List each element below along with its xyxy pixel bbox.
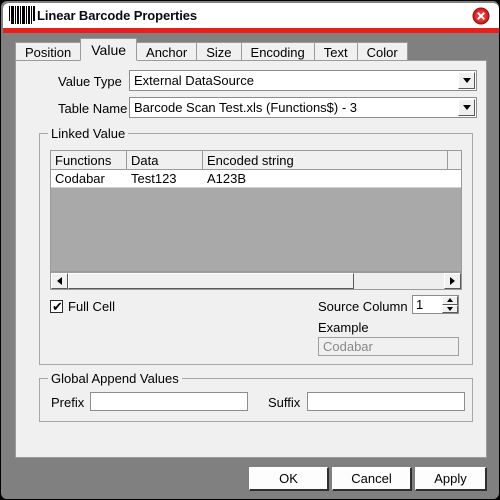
ok-button[interactable]: OK bbox=[249, 467, 329, 491]
global-append-values-group: Global Append Values Prefix Suffix bbox=[39, 371, 473, 422]
source-column-value: 1 bbox=[416, 297, 424, 312]
table-row[interactable]: Codabar Test123 A123B bbox=[51, 170, 461, 188]
grid-horizontal-scrollbar[interactable] bbox=[50, 272, 462, 290]
suffix-label: Suffix bbox=[268, 395, 301, 410]
cell-functions: Codabar bbox=[55, 171, 105, 186]
tab-label: Color bbox=[366, 44, 398, 60]
cell-encoded-string: A123B bbox=[207, 171, 247, 186]
stepper-buttons bbox=[442, 296, 458, 313]
ok-button-label: OK bbox=[279, 471, 298, 486]
dialog-window: Linear Barcode Properties Position Value… bbox=[0, 0, 500, 500]
grid-header-encoded-string[interactable]: Encoded string bbox=[203, 151, 448, 169]
example-value-field: Codabar bbox=[318, 337, 459, 356]
grid-header-data[interactable]: Data bbox=[127, 151, 203, 169]
apply-button-label: Apply bbox=[434, 471, 467, 486]
tab-encoding[interactable]: Encoding bbox=[240, 42, 315, 61]
tab-label: Encoding bbox=[250, 44, 305, 60]
close-icon[interactable] bbox=[472, 7, 490, 25]
full-cell-label: Full Cell bbox=[68, 299, 115, 314]
table-name-label: Table Name bbox=[58, 101, 128, 116]
cancel-button[interactable]: Cancel bbox=[332, 467, 412, 491]
scrollbar-thumb[interactable] bbox=[68, 273, 354, 289]
suffix-input[interactable] bbox=[307, 392, 465, 411]
arrow-left-icon[interactable] bbox=[51, 273, 68, 289]
cell-data: Test123 bbox=[131, 171, 177, 186]
window-title: Linear Barcode Properties bbox=[37, 8, 198, 23]
linked-value-grid[interactable]: Functions Data Encoded string Codabar Te… bbox=[50, 150, 462, 272]
dialog-body: Position Value Anchor Size Encoding Text… bbox=[3, 33, 499, 499]
table-name-value: Barcode Scan Test.xls (Functions$) - 3 bbox=[134, 100, 358, 115]
value-type-value: External DataSource bbox=[134, 73, 254, 88]
example-value: Codabar bbox=[323, 339, 373, 354]
tab-page-value: Value Type External DataSource Table Nam… bbox=[15, 60, 487, 458]
global-append-group-title: Global Append Values bbox=[48, 371, 182, 386]
tab-anchor[interactable]: Anchor bbox=[136, 42, 198, 61]
tab-position[interactable]: Position bbox=[15, 42, 82, 61]
chevron-down-icon[interactable] bbox=[458, 99, 475, 116]
example-label: Example bbox=[318, 320, 369, 335]
table-name-combobox[interactable]: Barcode Scan Test.xls (Functions$) - 3 bbox=[129, 97, 477, 118]
value-type-combobox[interactable]: External DataSource bbox=[129, 70, 477, 91]
tab-value[interactable]: Value bbox=[80, 38, 138, 61]
tab-label: Value bbox=[91, 41, 127, 58]
checkbox-box[interactable]: ✔ bbox=[50, 300, 63, 313]
spinner-up-icon[interactable] bbox=[442, 296, 458, 305]
tab-size[interactable]: Size bbox=[196, 42, 242, 61]
tab-label: Size bbox=[206, 44, 232, 60]
tab-text[interactable]: Text bbox=[313, 42, 358, 61]
chevron-down-icon[interactable] bbox=[458, 72, 475, 89]
source-column-label: Source Column bbox=[318, 299, 408, 314]
barcode-icon bbox=[9, 6, 35, 24]
full-cell-checkbox[interactable]: ✔ Full Cell bbox=[50, 299, 115, 314]
grid-empty-area bbox=[51, 188, 461, 271]
title-bar: Linear Barcode Properties bbox=[3, 3, 499, 28]
linked-value-group-title: Linked Value bbox=[48, 126, 129, 141]
linked-value-group: Linked Value Functions Data Encoded stri… bbox=[39, 126, 473, 365]
check-icon: ✔ bbox=[52, 299, 63, 314]
source-column-stepper[interactable]: 1 bbox=[412, 295, 459, 314]
arrow-right-icon[interactable] bbox=[444, 273, 461, 289]
tab-strip: Position Value Anchor Size Encoding Text… bbox=[15, 38, 487, 61]
scrollbar-track[interactable] bbox=[68, 273, 444, 289]
grid-header-row: Functions Data Encoded string bbox=[51, 151, 461, 170]
prefix-input[interactable] bbox=[90, 392, 248, 411]
tab-color[interactable]: Color bbox=[356, 42, 408, 61]
spinner-down-icon[interactable] bbox=[442, 304, 458, 313]
cancel-button-label: Cancel bbox=[351, 471, 392, 486]
apply-button[interactable]: Apply bbox=[415, 467, 487, 491]
tab-label: Text bbox=[323, 44, 348, 60]
value-type-label: Value Type bbox=[58, 74, 122, 89]
prefix-label: Prefix bbox=[51, 395, 85, 410]
grid-header-functions[interactable]: Functions bbox=[51, 151, 127, 169]
tab-label: Anchor bbox=[146, 44, 188, 60]
tab-label: Position bbox=[25, 44, 72, 60]
